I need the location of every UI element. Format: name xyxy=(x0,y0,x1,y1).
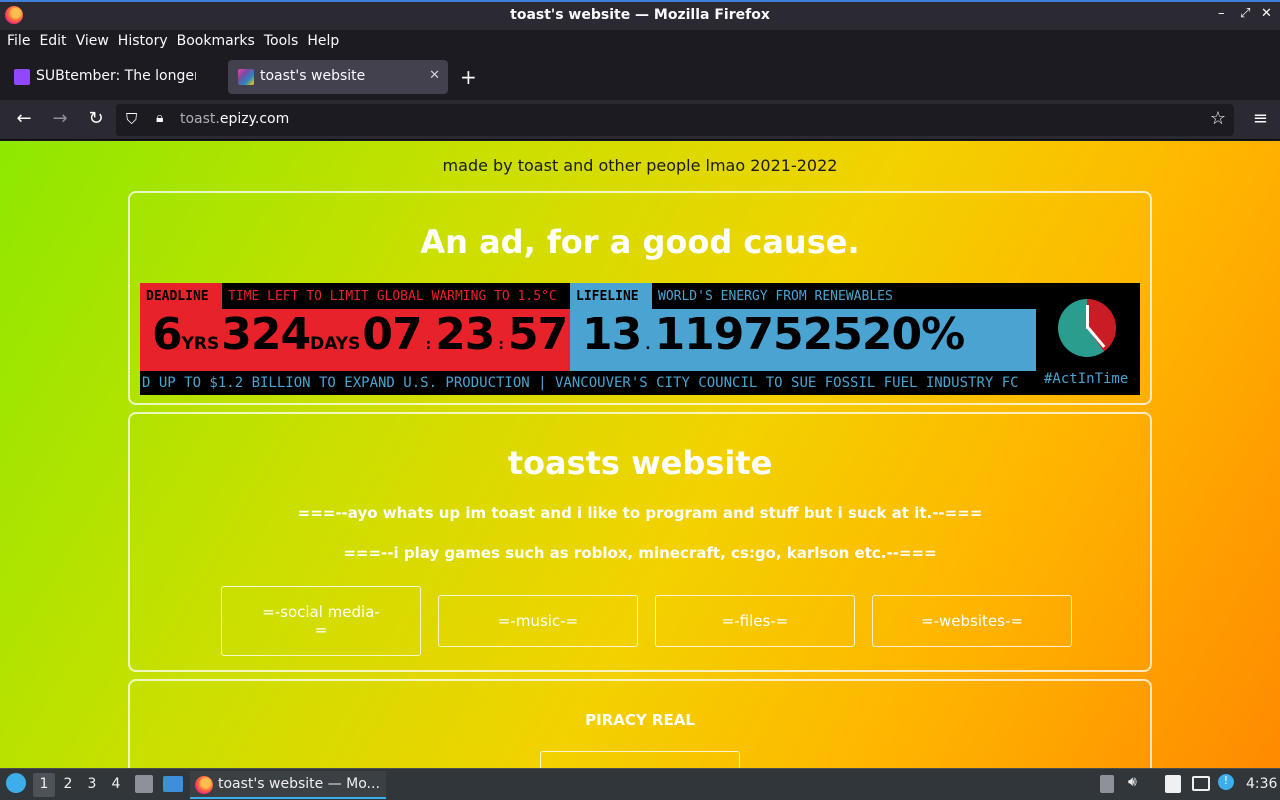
page-content: made by toast and other people lmao 2021… xyxy=(0,141,1280,768)
close-tab-icon[interactable]: ✕ xyxy=(429,68,440,83)
intro-card: toasts website ===--ayo whats up im toas… xyxy=(128,412,1152,672)
piracy-card: PIRACY REAL xyxy=(128,679,1152,768)
desktop-2[interactable]: 2 xyxy=(57,773,79,797)
desktop-4[interactable]: 4 xyxy=(105,773,127,797)
desktop-3[interactable]: 3 xyxy=(81,773,103,797)
menu-bookmarks[interactable]: Bookmarks xyxy=(174,30,261,54)
websites-button[interactable]: =-websites-= xyxy=(872,595,1072,647)
deadline-text: TIME LEFT TO LIMIT GLOBAL WARMING TO 1.5… xyxy=(228,289,557,304)
site-favicon-icon xyxy=(238,69,254,85)
ad-title: An ad, for a good cause. xyxy=(420,223,860,261)
volume-icon[interactable]: 🔊︎ xyxy=(1128,774,1137,790)
climate-clock-banner[interactable]: DEADLINE TIME LEFT TO LIMIT GLOBAL WARMI… xyxy=(140,283,1140,395)
act-in-time-hashtag[interactable]: #ActInTime xyxy=(1044,371,1128,387)
notification-icon[interactable]: ! xyxy=(1218,774,1234,790)
url-text[interactable]: toast.epizy.com xyxy=(180,111,289,127)
shield-icon[interactable]: ⛉ xyxy=(126,110,137,128)
lifeline-text: WORLD'S ENERGY FROM RENEWABLES xyxy=(658,289,893,304)
music-button[interactable]: =-music-= xyxy=(438,595,638,647)
ad-card: An ad, for a good cause. DEADLINE TIME L… xyxy=(128,191,1152,405)
tab-strip: SUBtember: The longer t toast's website … xyxy=(0,54,1280,100)
firefox-icon xyxy=(195,776,213,794)
tab-subtember[interactable]: SUBtember: The longer t xyxy=(4,60,224,94)
piracy-button[interactable] xyxy=(540,751,740,768)
show-desktop-icon[interactable] xyxy=(163,776,183,792)
menu-tools[interactable]: Tools xyxy=(261,30,305,54)
hamburger-menu-icon[interactable]: ≡ xyxy=(1253,108,1268,129)
taskbar-clock[interactable]: 4:36 xyxy=(1246,776,1277,792)
made-by-text: made by toast and other people lmao 2021… xyxy=(442,156,838,175)
site-title: toasts website xyxy=(507,444,773,482)
window-titlebar: toast's website — Mozilla Firefox – ⤢ ✕ xyxy=(0,0,1280,30)
intro-line-1: ===--ayo whats up im toast and i like to… xyxy=(297,504,983,522)
maximize-button[interactable]: ⤢ xyxy=(1240,6,1250,21)
tab-label: toast's website xyxy=(260,68,366,84)
desktop-1[interactable]: 1 xyxy=(33,773,55,797)
forward-button[interactable]: → xyxy=(48,108,72,129)
navigation-bar: ← → ↻ ⛉ 🔒︎ toast.epizy.com ☆ ≡ xyxy=(0,100,1280,140)
files-button[interactable]: =-files-= xyxy=(655,595,855,647)
piracy-title: PIRACY REAL xyxy=(585,711,695,729)
window-title: toast's website — Mozilla Firefox xyxy=(510,7,770,23)
lock-icon[interactable]: 🔒︎ xyxy=(156,110,163,126)
social-media-button[interactable]: =-social media-= xyxy=(221,586,421,656)
taskbar-firefox-task[interactable]: toast's website — Mo... xyxy=(190,771,386,799)
task-label: toast's website — Mo... xyxy=(218,776,380,792)
back-button[interactable]: ← xyxy=(12,108,36,129)
lifeline-percentage: 13.119752520% xyxy=(570,309,1036,371)
network-icon[interactable] xyxy=(1192,776,1210,791)
url-bar[interactable]: ⛉ 🔒︎ toast.epizy.com ☆ xyxy=(116,104,1234,136)
globe-clock-icon xyxy=(1058,299,1116,357)
menu-history[interactable]: History xyxy=(115,30,174,54)
tab-toasts-website[interactable]: toast's website ✕ xyxy=(228,60,448,94)
lifeline-label: LIFELINE xyxy=(570,283,652,309)
app-launcher-icon[interactable] xyxy=(6,773,26,793)
deadline-countdown: 6YRS324DAYS07:23:57 xyxy=(140,309,570,371)
file-manager-icon[interactable] xyxy=(135,775,153,793)
minimize-button[interactable]: – xyxy=(1218,6,1225,21)
taskbar: 1 2 3 4 toast's website — Mo... 🔊︎ ! 4:3… xyxy=(0,768,1280,800)
menu-edit[interactable]: Edit xyxy=(36,30,72,54)
new-tab-button[interactable]: + xyxy=(460,65,477,89)
bookmark-star-icon[interactable]: ☆ xyxy=(1210,108,1226,129)
notes-icon[interactable] xyxy=(1165,775,1181,793)
menu-bar: File Edit View History Bookmarks Tools H… xyxy=(0,30,1280,54)
menu-help[interactable]: Help xyxy=(304,30,345,54)
close-window-button[interactable]: ✕ xyxy=(1261,6,1272,21)
reload-button[interactable]: ↻ xyxy=(84,108,108,129)
menu-file[interactable]: File xyxy=(4,30,36,54)
clipboard-icon[interactable] xyxy=(1100,775,1114,793)
news-ticker: D UP TO $1.2 BILLION TO EXPAND U.S. PROD… xyxy=(142,375,1019,391)
tab-label: SUBtember: The longer t xyxy=(36,68,196,84)
twitch-icon xyxy=(14,69,30,85)
intro-line-2: ===--i play games such as roblox, minecr… xyxy=(343,544,937,562)
deadline-label: DEADLINE xyxy=(140,283,222,309)
menu-view[interactable]: View xyxy=(73,30,115,54)
